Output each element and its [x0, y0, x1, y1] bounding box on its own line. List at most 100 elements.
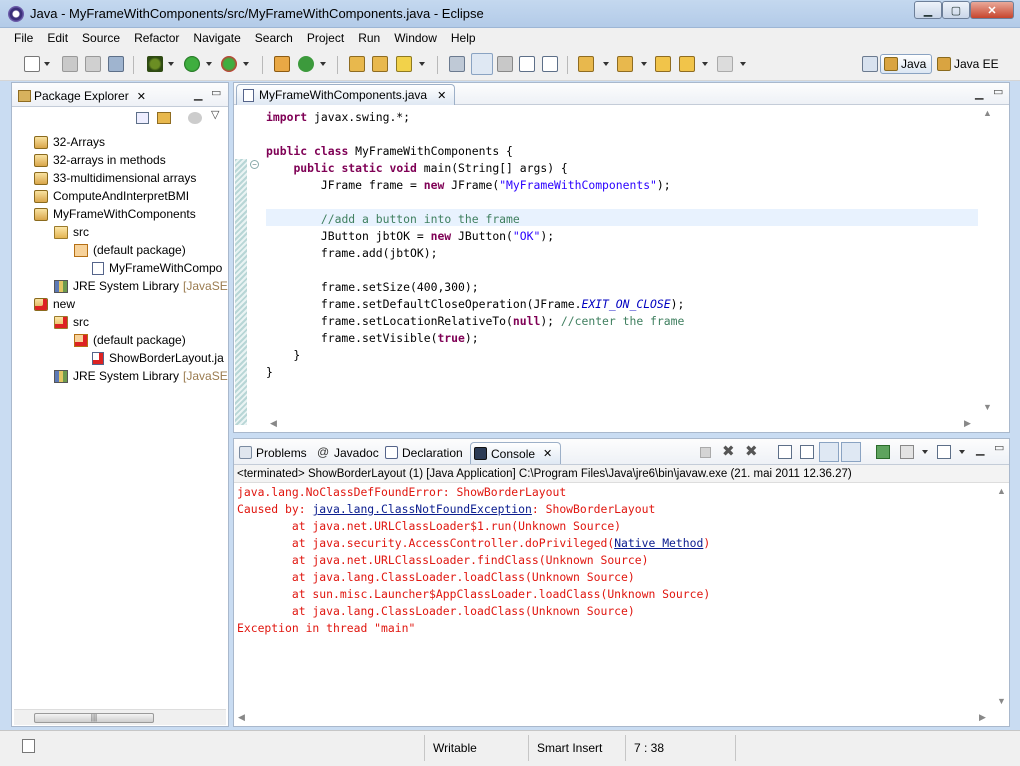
open-task-icon[interactable]: [372, 56, 388, 72]
menu-navigate[interactable]: Navigate: [186, 28, 247, 48]
console-link[interactable]: java.lang.ClassNotFoundException: [312, 502, 531, 516]
menu-refactor[interactable]: Refactor: [127, 28, 186, 48]
debug-icon[interactable]: [147, 56, 163, 72]
console-output[interactable]: java.lang.NoClassDefFoundError: ShowBord…: [237, 484, 979, 724]
previous-annotation-dropdown-icon[interactable]: [641, 62, 647, 66]
scroll-lock-icon[interactable]: [800, 445, 814, 459]
run-icon[interactable]: [184, 56, 200, 72]
java-perspective-button[interactable]: Java: [880, 54, 932, 74]
console-vertical-scrollbar[interactable]: ▲ ▼: [993, 484, 1009, 712]
run-dropdown-icon[interactable]: [206, 62, 212, 66]
scroll-left-icon[interactable]: ◀: [270, 418, 277, 429]
open-perspective-icon[interactable]: [862, 56, 878, 72]
editor-horizontal-scrollbar[interactable]: ◀ ▶: [248, 417, 978, 431]
save-icon[interactable]: [62, 56, 78, 72]
maximize-console-icon[interactable]: ▭: [994, 441, 1004, 454]
tree-item[interactable]: src: [54, 223, 89, 241]
editor-vertical-scrollbar[interactable]: ▲ ▼: [979, 106, 995, 418]
menu-help[interactable]: Help: [444, 28, 483, 48]
display-selected-console-icon[interactable]: [900, 445, 914, 459]
minimize-button[interactable]: ▁: [914, 1, 942, 19]
menu-run[interactable]: Run: [351, 28, 387, 48]
scroll-down-icon[interactable]: ▼: [983, 402, 992, 412]
scroll-right-icon[interactable]: ▶: [964, 418, 971, 429]
menu-window[interactable]: Window: [387, 28, 444, 48]
tree-item[interactable]: MyFrameWithComponents: [34, 205, 196, 223]
fold-collapse-icon[interactable]: −: [250, 160, 259, 169]
tree-item[interactable]: ShowBorderLayout.ja: [92, 349, 224, 367]
tree-item[interactable]: ComputeAndInterpretBMI: [34, 187, 189, 205]
horizontal-scrollbar[interactable]: |||: [14, 709, 226, 725]
toggle-block-selection-icon[interactable]: [497, 56, 513, 72]
print-icon[interactable]: [108, 56, 124, 72]
external-tools-dropdown-icon[interactable]: [243, 62, 249, 66]
open-type-icon[interactable]: [349, 56, 365, 72]
tree-item[interactable]: src: [54, 313, 89, 331]
tree-item[interactable]: new: [34, 295, 75, 313]
scroll-left-icon[interactable]: ◀: [238, 712, 245, 723]
tab-declaration[interactable]: Declaration: [382, 442, 463, 464]
debug-dropdown-icon[interactable]: [168, 62, 174, 66]
show-console-on-stderr-icon[interactable]: [841, 442, 861, 462]
back-icon[interactable]: [679, 56, 695, 72]
tree-item[interactable]: JRE System Library[JavaSE-1: [54, 367, 228, 385]
scroll-up-icon[interactable]: ▲: [983, 108, 992, 118]
new-dropdown-icon[interactable]: [44, 62, 50, 66]
new-icon[interactable]: [24, 56, 40, 72]
menu-file[interactable]: File: [7, 28, 40, 48]
fast-view-icon[interactable]: [22, 739, 35, 753]
display-console-dropdown-icon[interactable]: [922, 450, 928, 454]
menu-source[interactable]: Source: [75, 28, 127, 48]
next-annotation-dropdown-icon[interactable]: [603, 62, 609, 66]
editor-tab-myframewithcomponents[interactable]: MyFrameWithComponents.java ✕: [236, 84, 456, 105]
close-button[interactable]: ✕: [970, 1, 1014, 19]
new-class-dropdown-icon[interactable]: [320, 62, 326, 66]
forward-icon[interactable]: [717, 56, 733, 72]
maximize-button[interactable]: ▢: [942, 1, 970, 19]
external-tools-icon[interactable]: [221, 56, 237, 72]
open-console-icon[interactable]: [937, 445, 951, 459]
scroll-right-icon[interactable]: ▶: [979, 712, 986, 723]
new-java-project-icon[interactable]: [274, 56, 290, 72]
maximize-editor-icon[interactable]: ▭: [993, 85, 1003, 98]
minimize-console-icon[interactable]: ▁: [976, 443, 984, 456]
tree-item[interactable]: 32-arrays in methods: [34, 151, 166, 169]
open-console-dropdown-icon[interactable]: [959, 450, 965, 454]
forward-dropdown-icon[interactable]: [740, 62, 746, 66]
tab-console[interactable]: Console ✕: [470, 442, 562, 464]
new-java-class-icon[interactable]: [298, 56, 314, 72]
tab-javadoc[interactable]: @ Javadoc: [314, 442, 379, 464]
show-source-icon[interactable]: [519, 56, 535, 72]
tree-item[interactable]: 33-multidimensional arrays: [34, 169, 196, 187]
tree-item[interactable]: (default package): [74, 241, 186, 259]
search-dropdown-icon[interactable]: [419, 62, 425, 66]
save-all-icon[interactable]: [85, 56, 101, 72]
menu-search[interactable]: Search: [248, 28, 300, 48]
tree-item[interactable]: 32-Arrays: [34, 133, 105, 151]
tree-item[interactable]: JRE System Library[JavaSE-1: [54, 277, 228, 295]
menu-edit[interactable]: Edit: [40, 28, 75, 48]
tree-item[interactable]: MyFrameWithCompo: [92, 259, 226, 277]
search-icon[interactable]: [396, 56, 412, 72]
show-whitespace-icon[interactable]: [542, 56, 558, 72]
scroll-down-icon[interactable]: ▼: [997, 696, 1006, 706]
remove-launch-icon[interactable]: ✖: [722, 442, 735, 460]
next-annotation-icon[interactable]: [449, 56, 465, 72]
scrollbar-thumb[interactable]: |||: [34, 713, 154, 723]
close-tab-icon[interactable]: ✕: [437, 89, 446, 102]
previous-annotation-icon[interactable]: [617, 56, 633, 72]
tree-item[interactable]: (default package): [74, 331, 186, 349]
console-link[interactable]: Native Method: [614, 536, 703, 550]
code-area[interactable]: import javax.swing.*; public class MyFram…: [266, 109, 978, 409]
back-dropdown-icon[interactable]: [702, 62, 708, 66]
pin-console-icon[interactable]: [876, 445, 890, 459]
remove-all-terminated-icon[interactable]: ✖: [745, 442, 758, 460]
clear-console-icon[interactable]: [778, 445, 792, 459]
close-console-icon[interactable]: ✕: [543, 447, 552, 460]
terminate-icon[interactable]: [700, 447, 711, 458]
minimize-editor-icon[interactable]: ▁: [975, 87, 983, 100]
toggle-mark-occurrences-icon[interactable]: [471, 53, 493, 75]
menu-project[interactable]: Project: [300, 28, 351, 48]
next-annotation-down-icon[interactable]: [578, 56, 594, 72]
javaee-perspective-button[interactable]: Java EE: [937, 54, 999, 74]
